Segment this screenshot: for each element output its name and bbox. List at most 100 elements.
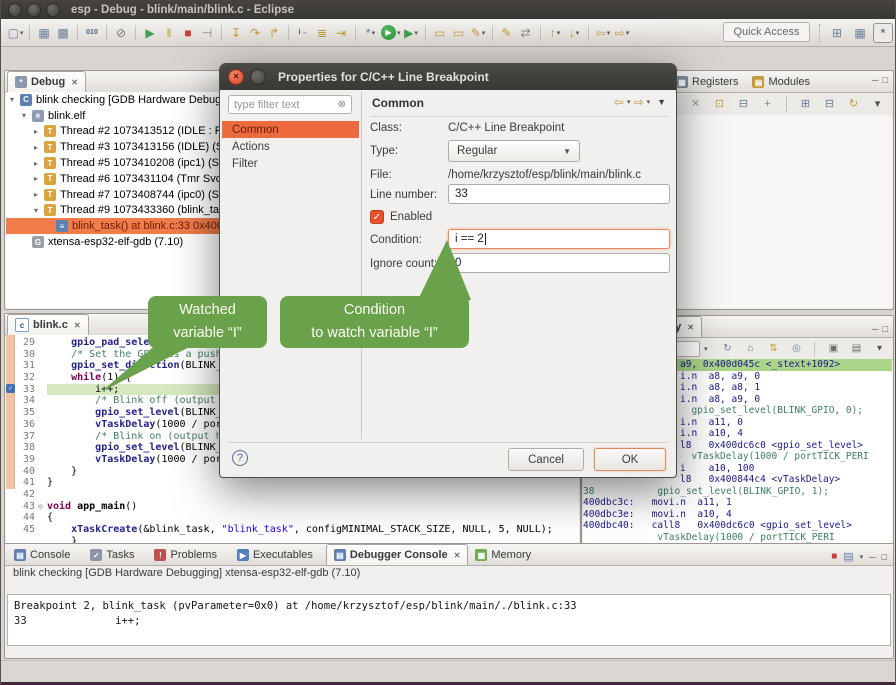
close-icon[interactable]: ✕ xyxy=(74,321,81,330)
expand-all-icon[interactable]: ⊞ xyxy=(797,94,814,114)
tree-item-thread[interactable]: ▸ T Thread #5 1073410208 (ipc1) (Susp xyxy=(6,155,227,171)
toolbar-separator[interactable] xyxy=(492,25,494,41)
minimize-icon[interactable]: ─ xyxy=(872,324,878,334)
close-icon[interactable]: ✕ xyxy=(454,551,461,560)
new-view-icon[interactable]: ▣ xyxy=(825,339,842,359)
tree-item-thread[interactable]: ▸ T Thread #7 1073408744 (ipc0) (Susp xyxy=(6,187,227,203)
tab-console[interactable]: ▤ Console xyxy=(7,545,83,565)
fold-icon[interactable] xyxy=(38,395,47,407)
tab-blink-c[interactable]: c blink.c ✕ xyxy=(7,314,89,335)
add-register-group-icon[interactable]: ⊟ xyxy=(735,94,752,114)
toolbar-separator[interactable] xyxy=(814,341,816,357)
expand-arrow-icon[interactable]: ▸ xyxy=(34,159,44,168)
tree-item-stack-frame[interactable]: ≡ blink_task() at blink.c:33 0x400db xyxy=(6,218,227,234)
minimize-icon[interactable]: ─ xyxy=(869,552,875,562)
fold-icon[interactable] xyxy=(38,454,47,466)
tree-item-elf[interactable]: ▾ e blink.elf xyxy=(6,108,227,124)
fold-icon[interactable] xyxy=(38,524,47,536)
quick-access-button[interactable]: Quick Access xyxy=(723,22,810,42)
help-icon[interactable]: ? xyxy=(232,450,248,466)
back-icon[interactable]: ⇦ xyxy=(614,95,624,109)
open-console-icon[interactable]: ▭ xyxy=(432,23,449,43)
toolbar-separator[interactable] xyxy=(425,25,427,41)
mark-occurrences-icon[interactable]: ✎▾ xyxy=(470,23,487,43)
disconnect-icon[interactable]: ⊣ xyxy=(199,23,216,43)
fold-icon[interactable] xyxy=(38,360,47,372)
tree-item-thread[interactable]: ▸ T Thread #6 1073431104 (Tmr Svc) (S xyxy=(6,171,227,187)
instruction-stepping-icon[interactable]: i→ xyxy=(295,23,312,43)
run-icon[interactable]: ▶▾ xyxy=(381,23,401,43)
fold-icon[interactable] xyxy=(38,466,47,478)
expand-arrow-icon[interactable]: ▸ xyxy=(34,127,44,136)
forward-dropdown-icon[interactable]: ▾ xyxy=(647,98,651,106)
pointer-mode-icon[interactable]: + xyxy=(759,94,776,114)
refresh-icon[interactable]: ↻ xyxy=(719,339,736,359)
open-folder-icon[interactable]: ▭ xyxy=(451,23,468,43)
console-dropdown-icon[interactable]: ▾ xyxy=(860,553,864,561)
toolbar-separator[interactable] xyxy=(106,25,108,41)
tab-memory[interactable]: ▦ Memory xyxy=(468,545,544,565)
fold-icon[interactable] xyxy=(38,442,47,454)
dialog-nav-actions[interactable]: Actions xyxy=(222,138,359,155)
binary-file-icon[interactable]: 010 xyxy=(84,23,101,43)
fold-icon[interactable] xyxy=(38,477,47,489)
back-history-icon[interactable]: ⇦▾ xyxy=(595,23,612,43)
ok-button[interactable]: OK xyxy=(594,448,666,471)
window-maximize-icon[interactable] xyxy=(46,3,60,17)
expand-arrow-icon[interactable]: ▾ xyxy=(34,206,44,215)
view-menu-icon[interactable]: ▾ xyxy=(871,339,888,359)
type-dropdown[interactable]: Regular ▼ xyxy=(448,140,580,162)
new-wizard-icon[interactable]: ▢▾ xyxy=(7,23,24,43)
ignore-count-input[interactable]: 0 xyxy=(448,253,670,273)
save-icon[interactable]: ▦ xyxy=(36,23,53,43)
open-perspective-icon[interactable]: ⊞ xyxy=(827,23,847,43)
clear-filter-icon[interactable]: ⊗ xyxy=(338,99,346,110)
terminate-icon[interactable]: ■ xyxy=(180,23,197,43)
link-with-editor-icon[interactable]: ⇄ xyxy=(518,23,535,43)
resume-icon[interactable]: ▶ xyxy=(142,23,159,43)
tab-debug[interactable]: * Debug ✕ xyxy=(7,71,86,92)
tab-registers[interactable]: ▦ Registers xyxy=(669,72,745,92)
use-step-filters-icon[interactable]: ⇥ xyxy=(333,23,350,43)
sync-selection-icon[interactable]: ⇅ xyxy=(765,339,782,359)
fold-icon[interactable] xyxy=(38,431,47,443)
line-number-input[interactable]: 33 xyxy=(448,184,670,204)
dialog-nav-filter[interactable]: Filter xyxy=(222,155,359,172)
home-icon[interactable]: ⌂ xyxy=(742,339,759,359)
last-edit-icon[interactable]: ✎ xyxy=(499,23,516,43)
cancel-button[interactable]: Cancel xyxy=(508,448,584,471)
toolbar-separator[interactable] xyxy=(786,96,787,112)
fold-icon[interactable]: ⊖ xyxy=(38,501,47,513)
fold-icon[interactable] xyxy=(38,372,47,384)
refresh-icon[interactable]: ↻ xyxy=(845,94,862,114)
previous-annotation-icon[interactable]: ↑▾ xyxy=(547,23,564,43)
fold-icon[interactable] xyxy=(38,349,47,361)
search-icon[interactable]: ◎ xyxy=(788,339,805,359)
view-menu-icon[interactable]: ▾ xyxy=(869,94,886,114)
tab-modules[interactable]: ▤ Modules xyxy=(745,72,817,92)
expand-arrow-icon[interactable]: ▾ xyxy=(22,111,32,120)
back-dropdown-icon[interactable]: ▾ xyxy=(627,98,631,106)
forward-history-icon[interactable]: ⇨▾ xyxy=(614,23,631,43)
collapse-all-icon[interactable]: ⊟ xyxy=(821,94,838,114)
dialog-nav-common[interactable]: Common xyxy=(222,121,359,138)
external-tools-icon[interactable]: ▶▾ xyxy=(403,23,420,43)
fold-icon[interactable] xyxy=(38,489,47,501)
save-all-icon[interactable]: ▩ xyxy=(55,23,72,43)
toolbar-separator[interactable] xyxy=(135,25,137,41)
maximize-icon[interactable]: □ xyxy=(883,75,888,85)
maximize-icon[interactable]: □ xyxy=(882,552,887,562)
close-icon[interactable]: ✕ xyxy=(687,323,694,332)
expand-arrow-icon[interactable]: ▸ xyxy=(34,174,44,183)
toolbar-separator[interactable] xyxy=(29,25,31,41)
toolbar-separator[interactable] xyxy=(288,25,290,41)
view-menu-icon[interactable]: ▼ xyxy=(657,97,666,107)
tree-item-launch[interactable]: ▾ C blink checking [GDB Hardware Debug xyxy=(6,92,227,108)
tab-debugger-console[interactable]: ▤ Debugger Console ✕ xyxy=(326,544,469,565)
step-return-icon[interactable]: ↱ xyxy=(266,23,283,43)
tab-tasks[interactable]: ✓ Tasks xyxy=(83,545,147,565)
condition-input[interactable]: i == 2 xyxy=(448,229,670,249)
toolbar-separator[interactable] xyxy=(221,25,223,41)
fold-icon[interactable] xyxy=(38,384,47,396)
toolbar-separator[interactable] xyxy=(77,25,79,41)
